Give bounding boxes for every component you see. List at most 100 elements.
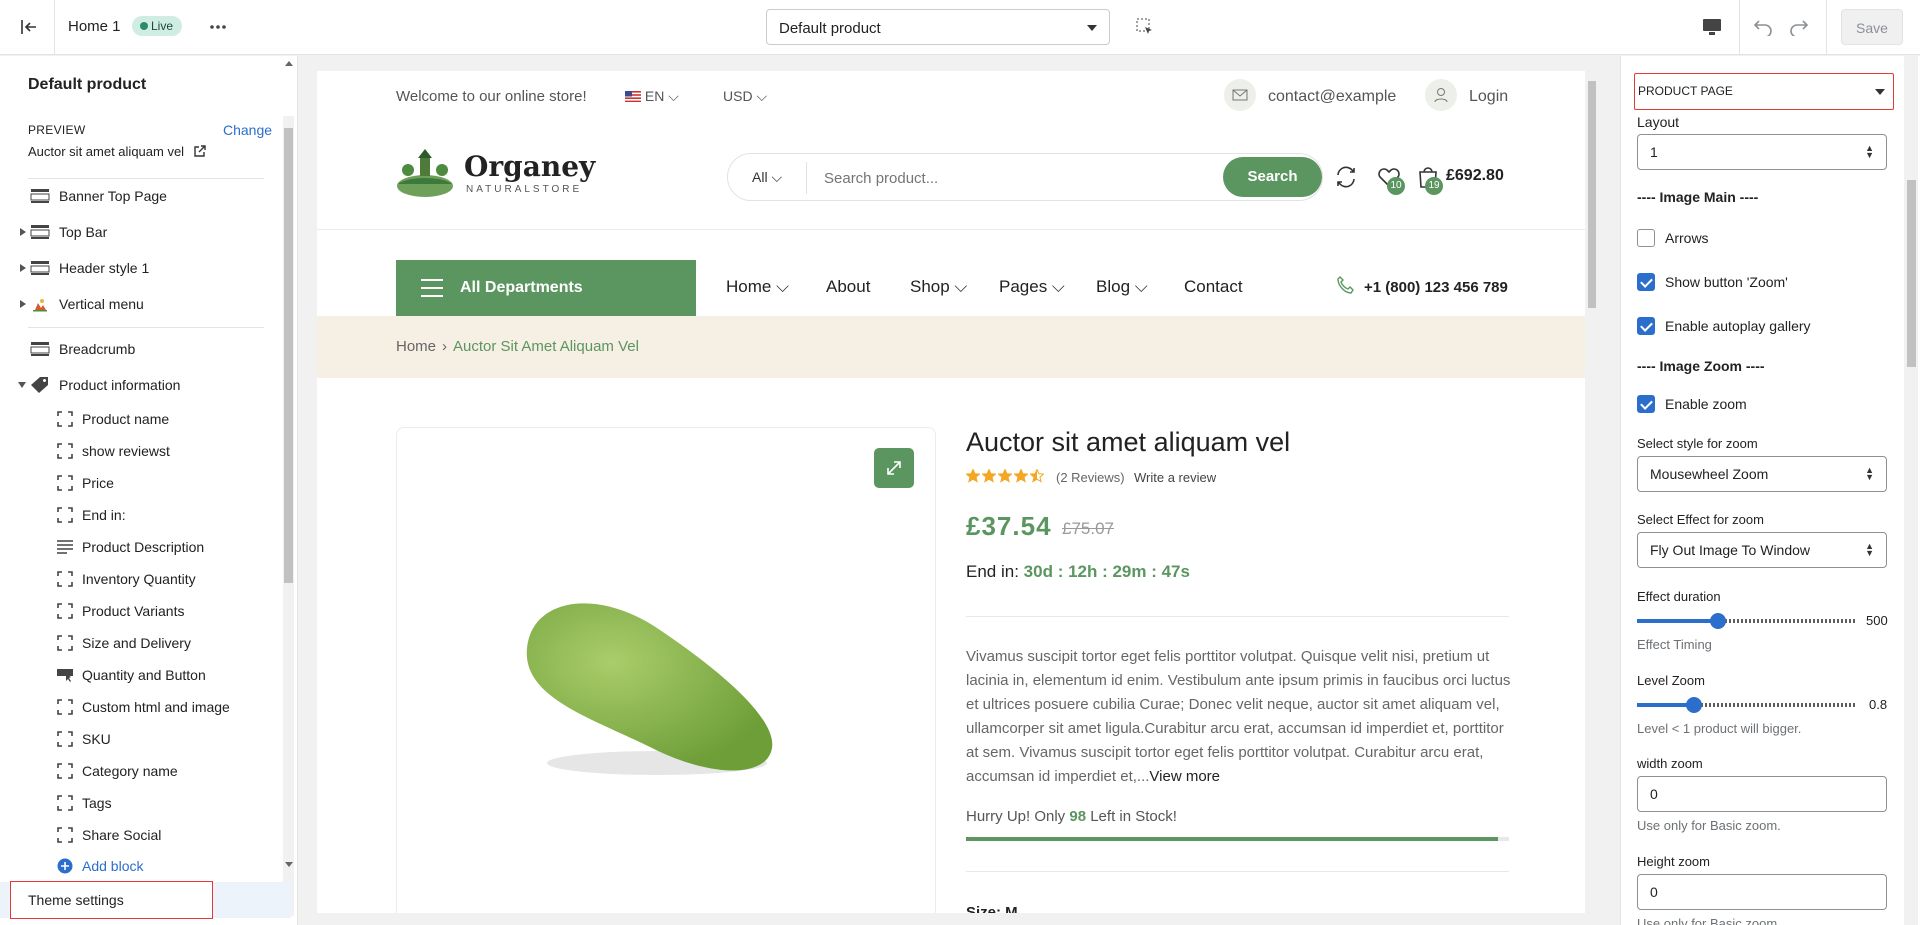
block-item[interactable]: show reviewst bbox=[57, 437, 170, 465]
nav-label: About bbox=[826, 277, 871, 296]
search-category-select[interactable]: All ⌵ bbox=[752, 169, 782, 186]
theme-settings-button[interactable]: Theme settings bbox=[10, 881, 213, 919]
collapse-icon[interactable] bbox=[18, 382, 26, 388]
scroll-down-icon[interactable] bbox=[284, 861, 294, 867]
zoom-effect-select[interactable]: Fly Out Image To Window ▲ ▼ bbox=[1637, 532, 1887, 568]
product-image-box[interactable] bbox=[396, 427, 936, 913]
nav-shop[interactable]: Shop ⌵ bbox=[910, 277, 967, 297]
save-button[interactable]: Save bbox=[1841, 9, 1903, 45]
reviews-count[interactable]: (2 Reviews) bbox=[1056, 470, 1125, 485]
language-switcher[interactable]: EN ⌵ bbox=[625, 88, 679, 105]
exit-icon[interactable] bbox=[18, 16, 40, 38]
section-select-value: PRODUCT PAGE bbox=[1638, 84, 1733, 98]
redo-icon[interactable] bbox=[1787, 16, 1811, 38]
nav-home[interactable]: Home ⌵ bbox=[726, 277, 789, 297]
block-label: Tags bbox=[82, 795, 112, 811]
currency-value: USD bbox=[723, 88, 753, 104]
section-breadcrumb[interactable]: Breadcrumb bbox=[30, 335, 135, 363]
zoom-style-select[interactable]: Mousewheel Zoom ▲ ▼ bbox=[1637, 456, 1887, 492]
nav-blog[interactable]: Blog ⌵ bbox=[1096, 277, 1148, 297]
block-item[interactable]: Custom html and image bbox=[57, 693, 230, 721]
search-button[interactable]: Search bbox=[1223, 157, 1322, 197]
block-item[interactable]: SKU bbox=[57, 725, 111, 753]
effect-duration-slider[interactable] bbox=[1637, 613, 1857, 629]
zoom-effect-value: Fly Out Image To Window bbox=[1650, 542, 1811, 558]
expand-icon[interactable] bbox=[20, 228, 26, 236]
preview-scrollbar[interactable] bbox=[1586, 71, 1598, 913]
height-zoom-input[interactable]: 0 bbox=[1637, 874, 1887, 910]
inspector-icon[interactable] bbox=[1134, 16, 1156, 38]
slider-handle[interactable] bbox=[1686, 697, 1703, 713]
zoom-button[interactable] bbox=[874, 448, 914, 488]
store-logo[interactable]: Organey NATURALSTORE bbox=[396, 146, 595, 202]
compare-icon[interactable] bbox=[1332, 163, 1360, 191]
view-more-link[interactable]: View more bbox=[1149, 768, 1220, 785]
desktop-view-icon[interactable] bbox=[1700, 16, 1724, 38]
block-icon bbox=[57, 507, 73, 523]
block-icon bbox=[57, 699, 73, 715]
search-input[interactable] bbox=[824, 166, 1214, 190]
scroll-up-icon[interactable] bbox=[284, 60, 294, 66]
arrows-checkbox[interactable] bbox=[1637, 229, 1655, 247]
change-preview-link[interactable]: Change bbox=[223, 122, 272, 138]
level-zoom-value: 0.8 bbox=[1869, 697, 1888, 712]
phone-icon bbox=[1336, 275, 1356, 295]
expand-icon[interactable] bbox=[20, 300, 26, 308]
block-item[interactable]: Tags bbox=[57, 789, 112, 817]
block-label: show reviewst bbox=[82, 443, 170, 459]
block-item[interactable]: End in: bbox=[57, 501, 126, 529]
breadcrumb: Home › Auctor Sit Amet Aliquam Vel bbox=[317, 316, 1585, 378]
block-item[interactable]: Product name bbox=[57, 405, 169, 433]
section-top-bar[interactable]: Top Bar bbox=[20, 218, 107, 246]
phone-number[interactable]: +1 (800) 123 456 789 bbox=[1364, 279, 1508, 296]
expand-icon[interactable] bbox=[20, 264, 26, 272]
section-header-style-1[interactable]: Header style 1 bbox=[20, 254, 150, 282]
autoplay-checkbox[interactable] bbox=[1637, 317, 1655, 335]
expand-icon bbox=[887, 461, 901, 475]
more-actions-icon[interactable] bbox=[206, 16, 230, 38]
contact-email[interactable]: contact@example bbox=[1268, 88, 1396, 106]
live-badge: Live bbox=[132, 16, 183, 36]
section-banner-top-page[interactable]: Banner Top Page bbox=[30, 182, 167, 210]
section-select[interactable]: PRODUCT PAGE bbox=[1634, 73, 1894, 110]
settings-scrollbar[interactable] bbox=[1904, 56, 1918, 925]
write-review-link[interactable]: Write a review bbox=[1134, 470, 1216, 485]
external-link-icon[interactable] bbox=[194, 145, 206, 157]
show-zoom-button-checkbox[interactable] bbox=[1637, 273, 1655, 291]
section-label: Header style 1 bbox=[59, 260, 150, 276]
section-product-information[interactable]: Product information bbox=[18, 371, 181, 399]
theme-title: Home 1 bbox=[68, 18, 121, 35]
block-item[interactable]: Product Variants bbox=[57, 597, 184, 625]
stock-progress bbox=[966, 837, 1509, 841]
block-item[interactable]: Category name bbox=[57, 757, 178, 785]
block-icon bbox=[57, 603, 73, 619]
login-link[interactable]: Login bbox=[1469, 88, 1508, 106]
add-block-button[interactable]: Add block bbox=[57, 852, 143, 880]
slider-handle[interactable] bbox=[1710, 613, 1727, 629]
block-item[interactable]: Price bbox=[57, 469, 114, 497]
enable-zoom-checkbox[interactable] bbox=[1637, 395, 1655, 413]
section-vertical-menu[interactable]: Vertical menu bbox=[20, 290, 144, 318]
nav-about[interactable]: About bbox=[826, 277, 870, 297]
block-label: Quantity and Button bbox=[82, 667, 206, 683]
block-item[interactable]: Share Social bbox=[57, 821, 161, 849]
nav-contact[interactable]: Contact bbox=[1184, 277, 1243, 297]
undo-icon[interactable] bbox=[1751, 16, 1775, 38]
all-departments-button[interactable]: All Departments bbox=[396, 260, 696, 316]
section-label: Product information bbox=[59, 377, 181, 393]
block-item[interactable]: Inventory Quantity bbox=[57, 565, 196, 593]
layout-select[interactable]: 1 ▲ ▼ bbox=[1637, 134, 1887, 170]
block-item[interactable]: Size and Delivery bbox=[57, 629, 191, 657]
sidebar-scrollbar[interactable] bbox=[283, 116, 294, 916]
layout-label: Layout bbox=[1637, 114, 1680, 130]
countdown: End in: 30d : 12h : 29m : 47s bbox=[966, 562, 1190, 582]
width-zoom-input[interactable]: 0 bbox=[1637, 776, 1887, 812]
breadcrumb-home[interactable]: Home bbox=[396, 338, 436, 355]
nav-pages[interactable]: Pages ⌵ bbox=[999, 277, 1065, 297]
block-item[interactable]: Product Description bbox=[57, 533, 204, 561]
template-select[interactable]: Default product bbox=[766, 9, 1110, 45]
level-zoom-slider[interactable] bbox=[1637, 697, 1857, 713]
block-item[interactable]: Quantity and Button bbox=[57, 661, 206, 689]
currency-switcher[interactable]: USD ⌵ bbox=[723, 88, 767, 105]
cart-total[interactable]: £692.80 bbox=[1446, 167, 1504, 185]
